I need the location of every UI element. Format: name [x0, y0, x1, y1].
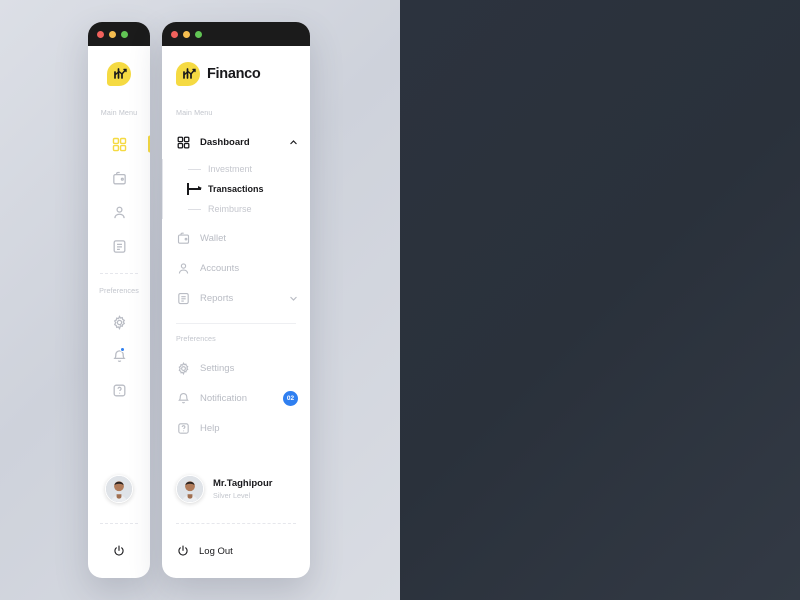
rail-logout-button[interactable] [88, 544, 150, 558]
menu-item-label: Reports [200, 292, 234, 304]
menu-item-accounts[interactable]: Accounts [162, 253, 310, 283]
avatar [105, 475, 133, 503]
menu-item-reports[interactable]: Reports [162, 283, 310, 313]
light-theme-preview: Main Menu Preferences Financo Main Menu … [0, 0, 400, 600]
app-name: Financo [207, 66, 261, 82]
tree-connector [188, 168, 201, 170]
wallet-icon [177, 232, 190, 244]
minimize-dot-yellow[interactable] [183, 30, 190, 38]
window-titlebar [88, 22, 150, 46]
financo-chart-logo-icon [107, 62, 131, 86]
logout-button[interactable]: Log Out [162, 544, 310, 558]
menu-item-wallet[interactable]: Wallet [162, 223, 310, 253]
maximize-dot-green[interactable] [195, 30, 202, 38]
bell-icon [178, 392, 189, 403]
power-icon [178, 545, 188, 556]
menu-item-label: Wallet [200, 232, 227, 244]
expanded-sidebar-light: Financo Main Menu Dashboard Investment T… [162, 22, 310, 578]
menu-item-label: Accounts [200, 262, 240, 274]
app-logo[interactable]: Financo [162, 46, 310, 86]
rail-item-reports[interactable] [88, 229, 150, 263]
window-titlebar [162, 22, 310, 46]
active-indicator [148, 135, 150, 153]
maximize-dot-green[interactable] [121, 30, 128, 38]
help-icon [113, 384, 125, 396]
gear-icon [113, 314, 125, 330]
rail-item-wallet[interactable] [88, 161, 150, 195]
rail-item-accounts[interactable] [88, 195, 150, 229]
app-logo[interactable] [88, 46, 150, 86]
gear-icon [178, 361, 189, 375]
dashboard-submenu: Investment Transactions Reimburse [162, 159, 310, 219]
chevron-down-icon [290, 296, 297, 301]
chevron-up-icon [290, 139, 297, 144]
user-icon [113, 206, 125, 218]
tree-connector-arrow [188, 185, 202, 191]
grid-icon [177, 136, 190, 148]
financo-chart-logo-icon [176, 62, 200, 86]
section-caption-preferences: Preferences [176, 334, 216, 343]
wallet-icon [112, 171, 126, 184]
menu-divider [176, 323, 296, 324]
tree-line [162, 159, 163, 219]
menu-item-label: Help [200, 422, 220, 434]
menu-item-notification[interactable]: Notification 02 [162, 383, 310, 413]
submenu-item-investment[interactable]: Investment [188, 159, 310, 179]
section-caption-preferences: Preferences [99, 286, 139, 295]
report-icon [178, 292, 189, 304]
rail-item-settings[interactable] [88, 305, 150, 339]
rail-item-dashboard[interactable] [88, 127, 150, 161]
power-icon [114, 545, 124, 556]
logout-label: Log Out [199, 545, 233, 557]
close-dot-red[interactable] [97, 30, 104, 38]
help-icon [178, 422, 189, 434]
menu-item-label: Settings [200, 362, 235, 374]
submenu-item-label: Transactions [208, 184, 264, 194]
section-caption-main-menu: Main Menu [100, 108, 138, 117]
menu-item-label: Notification [200, 392, 247, 404]
report-icon [113, 239, 125, 253]
submenu-item-label: Reimburse [208, 204, 252, 214]
submenu-item-label: Investment [208, 164, 253, 174]
user-icon [178, 262, 189, 274]
profile-level: Silver Level [213, 491, 251, 500]
rail-item-notification[interactable] [88, 339, 150, 373]
rail-profile-avatar[interactable] [88, 475, 150, 503]
menu-item-help[interactable]: Help [162, 413, 310, 443]
profile-name: Mr.Taghipour [213, 478, 273, 489]
menu-item-label: Dashboard [200, 136, 250, 148]
section-caption-main-menu: Main Menu [176, 108, 213, 117]
menu-item-dashboard[interactable]: Dashboard [162, 127, 310, 157]
close-dot-red[interactable] [171, 30, 178, 38]
menu-item-settings[interactable]: Settings [162, 353, 310, 383]
notification-badge: 02 [283, 390, 298, 406]
minimize-dot-yellow[interactable] [109, 30, 116, 38]
tree-connector [188, 208, 201, 210]
notification-dot-badge [120, 347, 125, 352]
rail-item-help[interactable] [88, 373, 150, 407]
grid-icon [112, 137, 126, 151]
avatar [176, 475, 204, 503]
user-profile[interactable]: Mr.Taghipour Silver Level [162, 475, 310, 503]
submenu-item-reimburse[interactable]: Reimburse [188, 199, 310, 219]
collapsed-sidebar-light: Main Menu Preferences [88, 22, 150, 578]
dark-theme-preview: Main Menu Preferences [400, 0, 800, 600]
submenu-item-transactions[interactable]: Transactions [187, 179, 310, 199]
